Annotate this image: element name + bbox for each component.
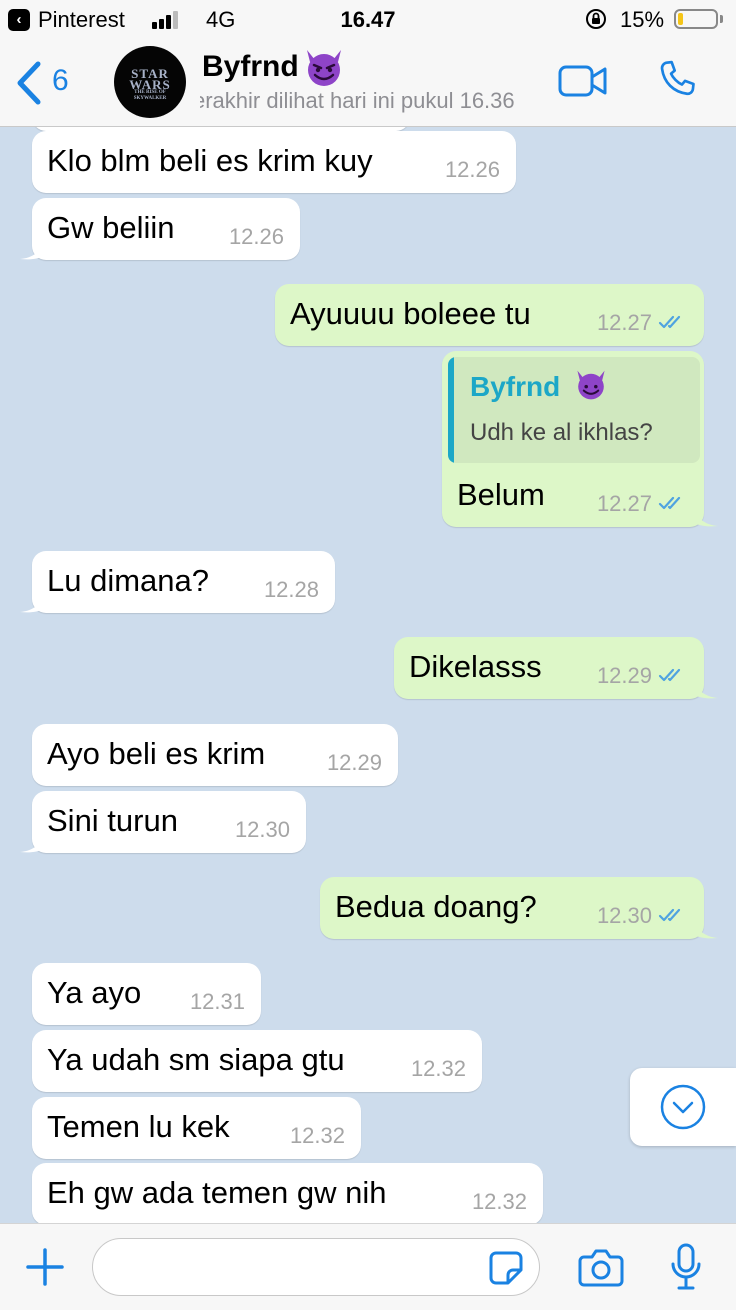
plus-icon[interactable] [24,1246,66,1288]
message-bubble[interactable]: Klo blm beli es krim kuy 12.26 [32,131,516,193]
read-receipt-icon [658,315,681,329]
message-text: Lu dimana? [47,563,210,598]
phone-call-icon[interactable] [654,56,700,102]
chat-header: 6 STAR WARS THE RISE OF SKYWALKER Byfrnd… [0,40,736,127]
message-timestamp: 12.27 [596,491,652,516]
bubble-tail [694,919,718,939]
avatar-logo-title: STAR WARS [129,66,171,92]
message-text: Ayuuuu boleee tu [290,296,531,331]
unread-chats-count[interactable]: 6 [52,64,69,98]
video-call-icon[interactable] [558,64,608,98]
message-text: Ya ayo [47,975,142,1010]
message-timestamp: 12.29 [596,663,652,688]
message-text: Ayo beli es krim [47,736,266,771]
message-bubble[interactable]: Ayo beli es krim 12.29 [32,724,398,786]
message-timestamp: 12.32 [289,1123,345,1148]
scroll-to-bottom-button[interactable] [630,1068,736,1146]
message-timestamp: 12.30 [596,903,652,928]
reply-message-bubble[interactable]: Byfrnd Udh ke al ikhlas? Belum 12.27 [442,351,718,527]
contact-name[interactable]: Byfrnd [202,50,299,84]
message-timestamp: 12.32 [410,1056,466,1081]
avatar-logo: STAR WARS THE RISE OF SKYWALKER [126,66,174,102]
message-bubble[interactable]: Sini turun 12.30 [20,791,306,853]
message-text: Dikelasss [409,649,542,684]
message-bubble[interactable]: Temen lu kek 12.32 [32,1097,361,1159]
smiling-devil-emoji-icon [577,370,605,400]
message-bubble[interactable]: Lu dimana? 12.28 [20,551,335,613]
quoted-author: Byfrnd [470,371,561,402]
smiling-devil-emoji-icon [307,50,341,86]
message-bubble[interactable]: Eh gw ada temen gw nih 12.32 [32,1163,543,1223]
message-bubble[interactable]: Ayuuuu boleee tu 12.27 [275,284,704,346]
message-bubble[interactable]: Dikelasss 12.29 [394,637,718,699]
bubble-tail [20,833,44,853]
battery-percentage: 15% [620,7,665,32]
message-timestamp: 12.27 [596,310,652,335]
status-bar: ‹ Pinterest 4G 16.47 15% [0,0,736,40]
quoted-message[interactable]: Byfrnd Udh ke al ikhlas? [448,357,700,463]
battery-icon [674,9,718,29]
message-bubble[interactable]: Ya udah sm siapa gtu 12.32 [32,1030,482,1092]
message-timestamp: 12.26 [444,157,500,182]
last-seen-text: Terakhir dilihat hari ini pukul 16.36 [200,88,515,113]
message-timestamp: 12.30 [234,817,290,842]
bubble-tail [694,507,718,527]
message-text: Klo blm beli es krim kuy [47,143,373,178]
message-bubble[interactable]: Ya ayo 12.31 [32,963,261,1025]
message-timestamp: 12.28 [263,577,319,602]
message-bubble[interactable]: Gw beliin 12.26 [20,198,300,260]
message-bubble[interactable]: Bedua doang? 12.30 [320,877,718,939]
message-text: Ya udah sm siapa gtu [47,1042,345,1077]
message-text: Sini turun [47,803,178,838]
sticker-icon[interactable] [488,1250,524,1286]
read-receipt-icon [658,668,681,682]
message-text: Belum [457,477,545,512]
battery-level-fill [678,13,683,25]
camera-icon[interactable] [578,1246,624,1288]
chevron-down-circle-icon [660,1084,706,1130]
rotation-lock-icon [586,9,606,29]
message-timestamp: 12.26 [228,224,284,249]
read-receipt-icon [658,496,681,510]
message-text: Eh gw ada temen gw nih [47,1175,387,1210]
message-timestamp: 12.31 [189,989,245,1014]
microphone-icon[interactable] [670,1242,702,1292]
last-seen-status: Terakhir dilihat hari ini pukul 16.36 [200,88,540,114]
message-input-bar [0,1223,736,1310]
avatar[interactable]: STAR WARS THE RISE OF SKYWALKER [114,46,186,118]
message-text: Gw beliin [47,210,175,245]
message-list[interactable]: Klo blm beli es krim kuy 12.26 Gw beliin 12… [0,127,736,1223]
message-input[interactable] [92,1238,540,1296]
battery-tip [720,15,723,23]
message-timestamp: 12.29 [326,750,382,775]
quoted-text: Udh ke al ikhlas? [470,419,653,446]
read-receipt-icon [658,908,681,922]
message-timestamp: 12.32 [471,1189,527,1214]
bubble-tail [20,240,44,260]
bubble-tail [20,593,44,613]
message-text: Temen lu kek [47,1109,230,1144]
back-chevron-icon[interactable] [14,60,44,106]
message-text: Bedua doang? [335,889,537,924]
bubble-tail [694,679,718,699]
quote-accent-bar [448,357,454,463]
